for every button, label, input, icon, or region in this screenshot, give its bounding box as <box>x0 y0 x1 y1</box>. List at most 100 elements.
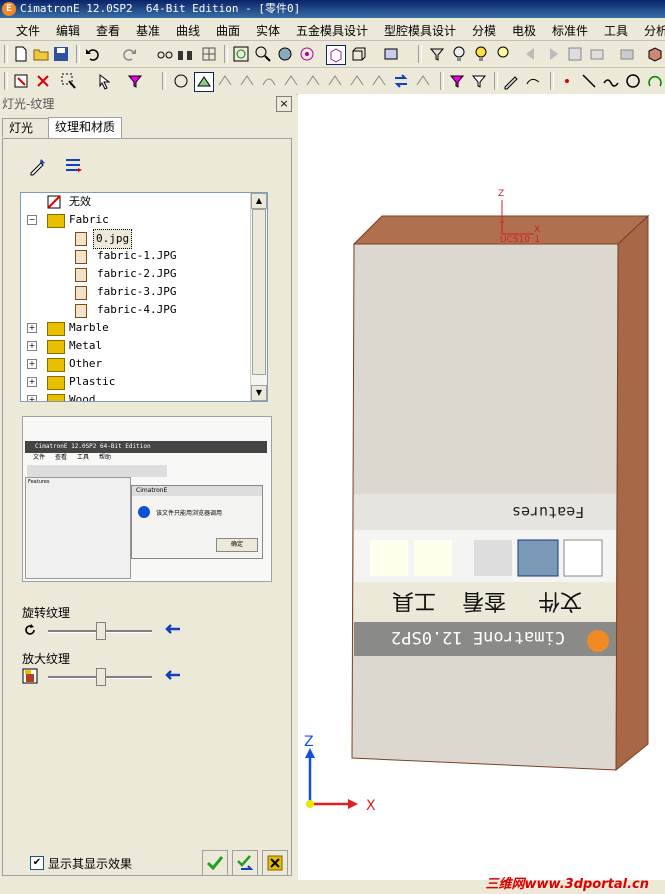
tree-item-metal[interactable]: + Metal <box>21 337 251 355</box>
deselect-icon[interactable] <box>34 72 52 90</box>
tree-item-image[interactable]: 0.jpg <box>21 229 251 249</box>
zoom-window-icon[interactable] <box>254 45 272 63</box>
filter-icon[interactable] <box>428 45 446 63</box>
curve-select-icon[interactable] <box>260 72 278 90</box>
arc-icon[interactable] <box>646 72 664 90</box>
zoom-fit-icon[interactable] <box>232 45 250 63</box>
scroll-down-icon[interactable]: ▼ <box>251 385 267 401</box>
show-effect-checkbox[interactable]: ✔ <box>30 856 44 870</box>
open-folder-icon[interactable] <box>32 45 50 63</box>
solid-select-icon[interactable] <box>304 72 322 90</box>
cursor-icon[interactable] <box>96 72 114 90</box>
expand-icon[interactable]: + <box>27 359 37 369</box>
tree-item-other[interactable]: + Other <box>21 355 251 373</box>
pan-icon[interactable] <box>276 45 294 63</box>
loop-select-icon[interactable] <box>370 72 388 90</box>
menu-parting[interactable]: 分模 <box>472 22 496 39</box>
reset-rotate-icon[interactable] <box>164 622 182 636</box>
tree-item-image[interactable]: fabric-3.JPG <box>21 283 251 301</box>
menu-tools[interactable]: 工具 <box>604 22 628 39</box>
part-icon[interactable] <box>646 45 664 63</box>
edge-select-icon[interactable] <box>216 72 234 90</box>
panel-close-button[interactable]: × <box>276 96 292 112</box>
arrow-right-icon[interactable] <box>544 45 562 63</box>
expand-icon[interactable]: + <box>27 323 37 333</box>
funnel-icon[interactable] <box>470 72 488 90</box>
glasses-icon[interactable] <box>156 45 174 63</box>
point-icon[interactable] <box>558 72 576 90</box>
tree-item-wood[interactable]: + Wood <box>21 391 251 401</box>
tree-item-image[interactable]: fabric-1.JPG <box>21 247 251 265</box>
layers-icon[interactable] <box>588 45 606 63</box>
menu-curve[interactable]: 曲线 <box>176 22 200 39</box>
binoculars-icon[interactable] <box>176 45 194 63</box>
menu-view[interactable]: 查看 <box>96 22 120 39</box>
surface-select-icon[interactable] <box>282 72 300 90</box>
model-canvas[interactable]: Features 文件 查看 工具 CimatronE 12.0SP2 Z X … <box>298 94 665 880</box>
save-icon[interactable] <box>52 45 70 63</box>
undo-icon[interactable] <box>84 45 102 63</box>
zoom-slider-thumb[interactable] <box>96 668 106 686</box>
point-select-icon[interactable] <box>326 72 344 90</box>
menu-solid[interactable]: 实体 <box>256 22 280 39</box>
spline-icon[interactable] <box>524 72 542 90</box>
menu-electrode[interactable]: 电极 <box>512 22 536 39</box>
plugin-icon[interactable] <box>618 45 636 63</box>
select-box-icon[interactable] <box>12 72 30 90</box>
all-entities-icon[interactable] <box>172 72 190 90</box>
tree-scrollbar[interactable]: ▲ ▼ <box>250 193 267 401</box>
light-icon[interactable] <box>494 45 512 63</box>
shaded-cube-icon[interactable] <box>326 45 346 65</box>
grid-view-icon[interactable] <box>200 45 218 63</box>
expand-icon[interactable]: + <box>27 377 37 387</box>
curve-icon[interactable] <box>602 72 620 90</box>
arrow-left-icon[interactable] <box>522 45 540 63</box>
vertex-select-icon[interactable] <box>238 72 256 90</box>
chain-select-icon[interactable] <box>348 72 366 90</box>
tab-texture-material[interactable]: 纹理和材质 <box>48 117 123 138</box>
texture-tree[interactable]: 无效 − Fabric 0.jpg fabric-1.JPG fabric-2.… <box>20 192 268 402</box>
swap-arrows-icon[interactable] <box>392 72 410 90</box>
redo-icon[interactable] <box>120 45 138 63</box>
tree-item-image[interactable]: fabric-2.JPG <box>21 265 251 283</box>
menu-edit[interactable]: 编辑 <box>56 22 80 39</box>
filter-pick-icon[interactable] <box>126 72 144 90</box>
menu-hardware-die[interactable]: 五金模具设计 <box>296 22 368 39</box>
cancel-button[interactable] <box>262 850 288 876</box>
rotate-view-icon[interactable] <box>298 45 316 63</box>
display-mode-icon[interactable] <box>382 45 400 63</box>
expand-icon[interactable]: + <box>27 395 37 401</box>
texture-list-icon[interactable] <box>63 155 85 177</box>
tree-item-none[interactable]: 无效 <box>21 193 251 211</box>
line-icon[interactable] <box>580 72 598 90</box>
tree-item-image[interactable]: fabric-4.JPG <box>21 301 251 319</box>
menu-file[interactable]: 文件 <box>16 22 40 39</box>
scroll-thumb[interactable] <box>252 209 266 375</box>
ok-button[interactable] <box>202 850 228 876</box>
sketch-icon[interactable] <box>502 72 520 90</box>
menu-surface[interactable]: 曲面 <box>216 22 240 39</box>
pick-icon[interactable] <box>60 72 78 90</box>
select-filter-icon[interactable] <box>448 72 466 90</box>
apply-button[interactable] <box>232 850 258 876</box>
menu-datum[interactable]: 基准 <box>136 22 160 39</box>
graphics-viewport[interactable]: Features 文件 查看 工具 CimatronE 12.0SP2 Z X … <box>298 94 665 880</box>
tree-item-marble[interactable]: + Marble <box>21 319 251 337</box>
menu-analysis[interactable]: 分析 <box>644 22 665 39</box>
rotate-slider-thumb[interactable] <box>96 622 106 640</box>
settings-grid-icon[interactable] <box>566 45 584 63</box>
reset-zoom-icon[interactable] <box>164 668 182 682</box>
menu-standard-parts[interactable]: 标准件 <box>552 22 588 39</box>
new-file-icon[interactable] <box>12 45 30 63</box>
scroll-up-icon[interactable]: ▲ <box>251 193 267 209</box>
wireframe-cube-icon[interactable] <box>350 45 368 63</box>
menu-cavity-mold[interactable]: 型腔模具设计 <box>384 22 456 39</box>
tree-item-fabric[interactable]: − Fabric <box>21 211 251 229</box>
hide-icon[interactable] <box>414 72 432 90</box>
light-bulb-off-icon[interactable] <box>450 45 468 63</box>
expand-icon[interactable]: + <box>27 341 37 351</box>
circle-icon[interactable] <box>624 72 642 90</box>
tree-item-plastic[interactable]: + Plastic <box>21 373 251 391</box>
collapse-icon[interactable]: − <box>27 215 37 225</box>
face-select-icon[interactable] <box>194 72 214 92</box>
